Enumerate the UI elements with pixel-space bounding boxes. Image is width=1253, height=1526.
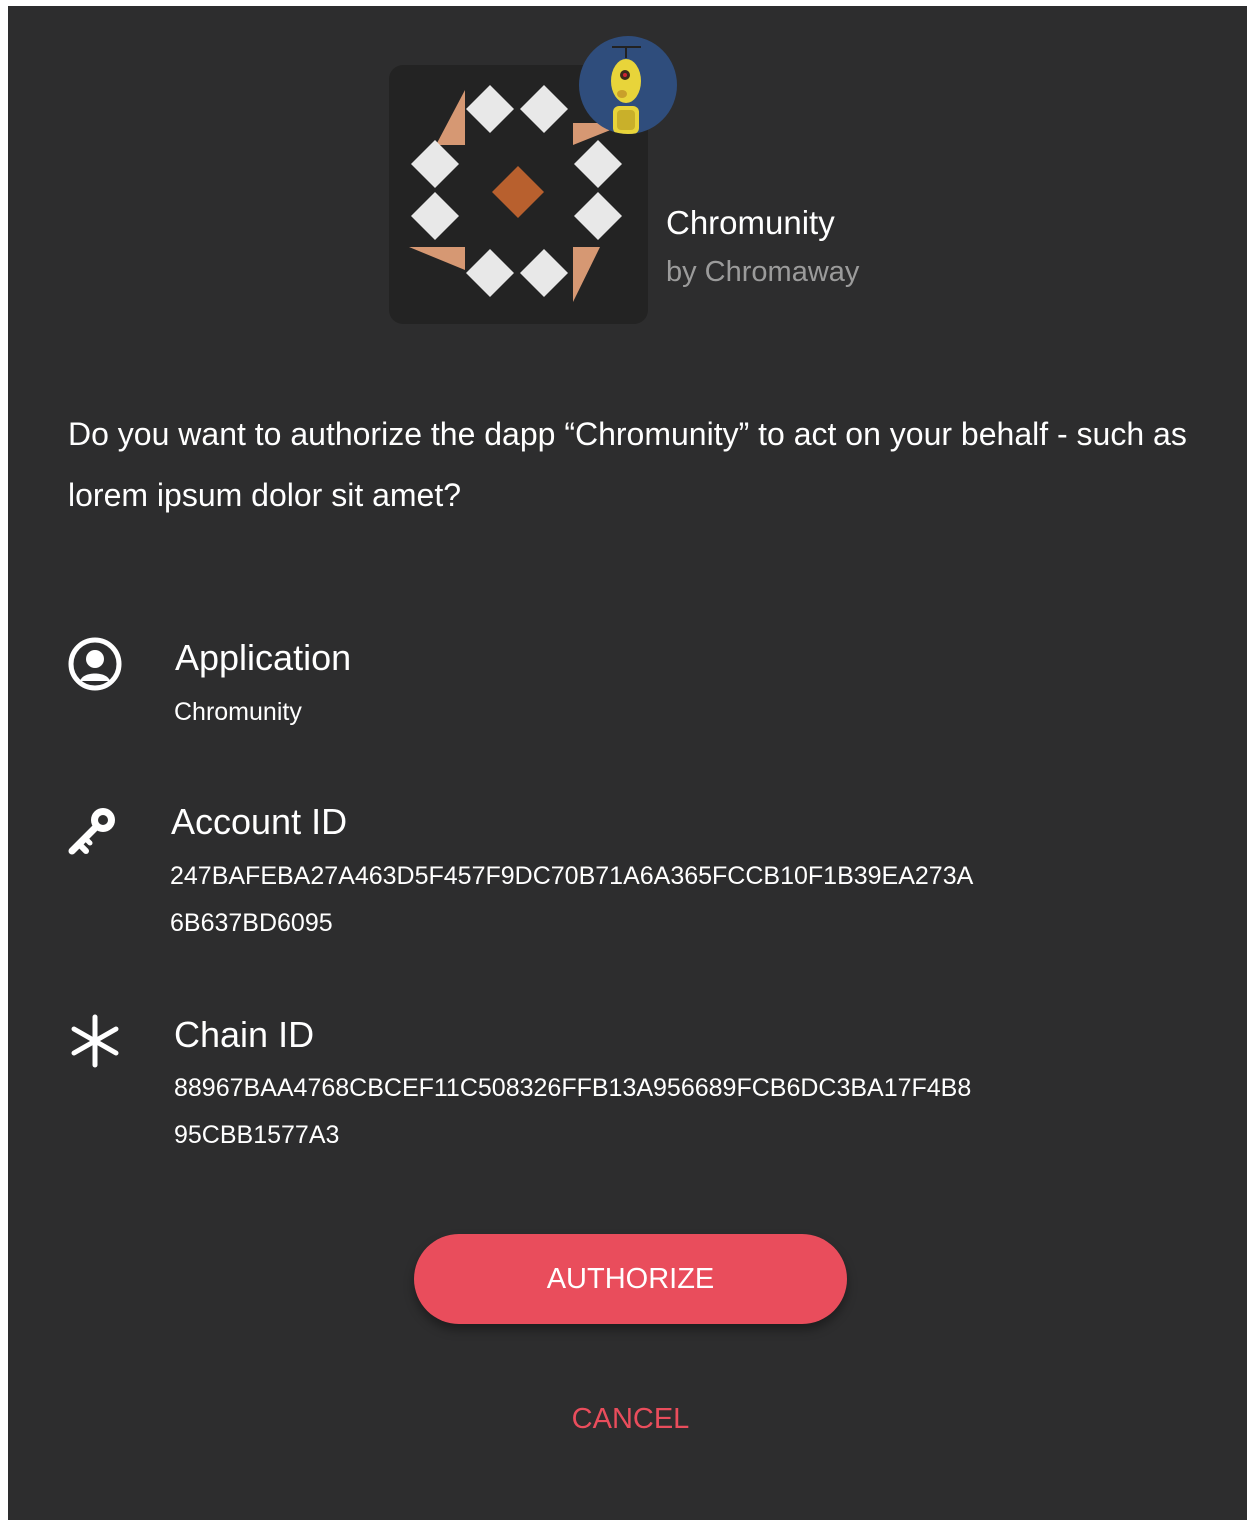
user-circle-icon [67,636,123,692]
chain-id-value-line1: 88967BAA4768CBCEF11C508326FFB13A956689FC… [174,1074,972,1102]
chain-id-value-line2: 95CBB1577A3 [174,1121,340,1149]
authorization-dialog: Chromunity by Chromaway Do you want to a… [8,6,1247,1520]
app-name: Chromunity [666,204,835,241]
application-title: Application [175,637,352,678]
authorization-question: Do you want to authorize the dapp “Chrom… [68,416,1187,513]
account-id-value-line2: 6B637BD6095 [170,909,333,937]
authorize-button[interactable]: AUTHORIZE [414,1234,847,1324]
key-icon [65,802,121,858]
cancel-button[interactable]: CANCEL [414,1394,847,1444]
user-avatar [579,36,677,134]
chain-id-title: Chain ID [174,1014,315,1055]
account-id-value-line1: 247BAFEBA27A463D5F457F9DC70B71A6A365FCCB… [170,862,974,890]
asterisk-icon [67,1013,123,1069]
app-publisher: by Chromaway [666,256,860,288]
application-value: Chromunity [174,698,302,726]
account-id-title: Account ID [171,801,348,842]
